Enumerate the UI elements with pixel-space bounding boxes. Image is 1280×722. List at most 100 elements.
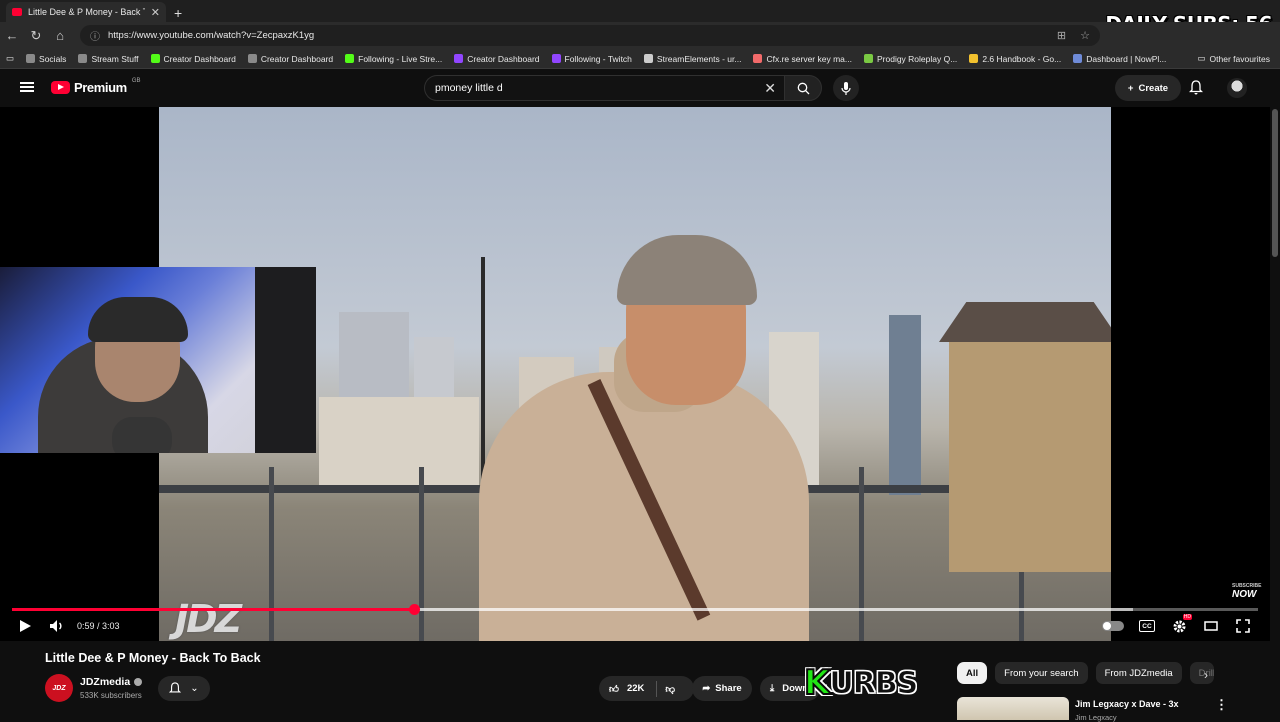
search-icon [797,82,809,94]
site-info-icon[interactable]: ⓘ [90,28,100,43]
search-button[interactable] [784,75,822,101]
channel-name[interactable]: JDZmedia [80,676,143,688]
play-button[interactable] [18,617,32,635]
hd-badge: HD [1182,614,1192,620]
bookmark-label: Following - Live Stre... [358,53,443,64]
bookmark-favicon-icon [1073,54,1083,63]
video-player[interactable]: JDZ SUBSCRIBE NOW 0:59 / 3:03 CC HD [0,107,1270,641]
share-label: Share [715,683,742,694]
subscribed-notifications-button[interactable]: ⌄ [158,676,210,701]
streamer-webcam [0,267,316,453]
bookmark-item[interactable]: Following - Live Stre... [345,54,442,64]
recommended-thumbnail[interactable] [957,697,1069,720]
theater-mode-button[interactable] [1204,617,1218,635]
chevron-right-icon[interactable]: › [1204,668,1208,682]
voice-search-button[interactable] [833,75,859,101]
share-icon: ➦ [702,683,711,694]
download-icon: ⤓ [770,683,775,694]
bookmark-label: Prodigy Roleplay Q... [876,53,958,64]
url-text: https://www.youtube.com/watch?v=ZecpaxzK… [108,30,315,41]
autoplay-toggle[interactable] [1102,617,1124,635]
kurbs-rest: URBS [829,665,919,701]
bookmark-favicon-icon [247,54,257,63]
favourite-star-icon[interactable]: ☆ [1080,29,1090,42]
time-display: 0:59 / 3:03 [77,621,120,631]
menu-icon[interactable] [20,82,34,92]
chip-all[interactable]: All [957,662,988,684]
chip-from-your-search[interactable]: From your search [995,662,1088,684]
channel-avatar[interactable]: JDZ [45,674,73,702]
microphone-icon [841,81,851,95]
chip-from-jdzmedia[interactable]: From JDZmedia [1095,662,1182,684]
bookmark-favicon-icon [78,54,88,63]
scrubber-handle[interactable] [408,604,420,615]
scrollbar-thumb[interactable] [1272,109,1278,257]
more-options-icon[interactable]: ⋮ [1215,697,1228,713]
bookmark-favicon-icon [863,54,873,63]
back-icon[interactable]: ← [0,28,24,43]
home-icon[interactable]: ⌂ [48,28,72,43]
bookmark-item[interactable]: Stream Stuff [78,54,139,64]
recommended-title[interactable]: Jim Legxacy x Dave - 3x [1075,699,1179,709]
logo-text: Premium [74,80,127,95]
new-tab-icon[interactable]: + [174,4,182,22]
other-favourites-folder[interactable]: ▭ Other favourites [1197,53,1270,64]
bookmark-item[interactable]: Creator Dashboard [454,53,540,64]
like-count: 22K [626,683,645,694]
theater-icon [1204,621,1218,631]
bookmark-label: Creator Dashboard [467,53,540,64]
bell-icon [169,682,182,693]
play-icon [20,620,31,632]
search-input[interactable]: pmoney little d ✕ [424,75,784,101]
bookmark-item[interactable]: Socials [26,54,66,64]
mute-button[interactable] [49,617,65,635]
progress-bar[interactable] [12,604,1258,615]
like-button[interactable]: 👍︎ [609,683,619,695]
bookmark-label: Creator Dashboard [260,53,334,64]
create-label: Create [1138,82,1169,94]
bookmark-favicon-icon [454,54,464,63]
recommended-channel[interactable]: Jim Legxacy [1075,713,1117,722]
bookmark-item[interactable]: Prodigy Roleplay Q... [863,53,958,64]
like-dislike-group: 👍︎ 22K 👎︎ [599,676,694,701]
bookmark-favicon-icon [969,54,979,63]
account-avatar[interactable] [1227,78,1247,98]
played-bar [12,608,414,611]
plus-icon: + [1127,82,1134,94]
app-available-icon[interactable]: ⊞ [1057,29,1066,42]
bookmark-favicon-icon [26,54,36,63]
settings-button[interactable]: HD [1172,614,1192,635]
autoplay-switch [1102,621,1124,631]
clear-search-icon[interactable]: ✕ [764,80,776,97]
fullscreen-button[interactable] [1236,617,1250,635]
reload-icon[interactable]: ↻ [24,28,48,44]
subscribe-now-watermark: SUBSCRIBE NOW [1232,583,1261,600]
video-title: Little Dee & P Money - Back To Back [45,651,261,665]
youtube-premium-logo[interactable]: Premium GB [51,77,141,95]
subscriber-count: 533K subscribers [80,691,142,700]
share-button[interactable]: ➦ Share [692,676,752,701]
page-scrollbar[interactable] [1270,107,1280,720]
bookmark-item[interactable]: Dashboard | NowPl... [1073,54,1166,64]
bookmark-item[interactable]: Cfx.re server key ma... [753,54,852,64]
browser-tab[interactable]: Little Dee & P Money - Back To B ✕ [6,2,166,22]
notifications-bell-icon[interactable] [1189,80,1203,95]
create-button[interactable]: + Create [1115,75,1181,101]
bookmarks-menu-icon[interactable]: ▭ [6,53,14,64]
close-tab-icon[interactable]: ✕ [151,6,160,19]
bookmark-item[interactable]: Creator Dashboard [150,54,236,64]
bookmark-item[interactable]: Following - Twitch [551,54,632,64]
subtitles-button[interactable]: CC [1139,617,1155,635]
youtube-header: Premium GB pmoney little d ✕ + Create [0,69,1280,107]
address-bar: ← ↻ ⌂ ⓘ https://www.youtube.com/watch?v=… [0,22,1280,49]
bookmark-item[interactable]: 2.6 Handbook - Go... [969,54,1061,64]
search-value: pmoney little d [435,82,503,94]
bookmark-item[interactable]: Creator Dashboard [247,53,334,64]
chip-drill[interactable]: Drill [1189,662,1214,684]
folder-icon: ▭ [1197,53,1206,63]
url-field[interactable]: ⓘ https://www.youtube.com/watch?v=Zecpax… [80,25,1100,46]
kurbs-overlay-logo: K URBS [803,659,940,707]
region-code: GB [131,77,141,84]
bookmark-item[interactable]: StreamElements - ur... [643,54,741,64]
dislike-button[interactable]: 👎︎ [665,683,675,695]
